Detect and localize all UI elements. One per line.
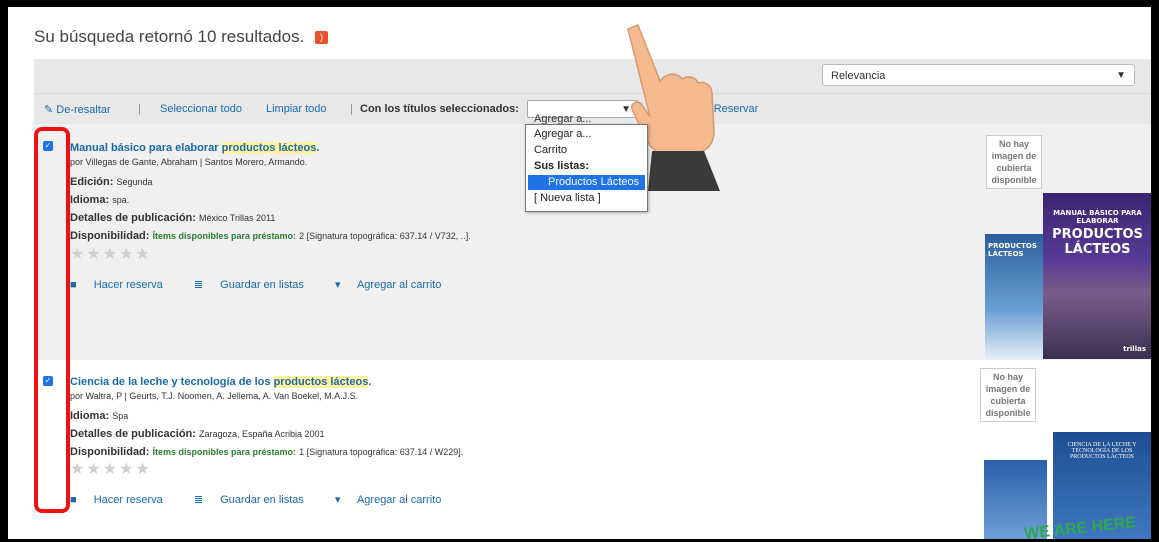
menu-group-your-lists: Sus listas: xyxy=(534,160,590,172)
divider: | xyxy=(350,103,353,115)
rating-stars[interactable]: ★★★★★ xyxy=(70,459,152,478)
result-title-link[interactable]: Ciencia de la leche y tecnología de los … xyxy=(70,376,371,388)
selection-toolbar: ✎ De-resaltar | Seleccionar todo Limpiar… xyxy=(34,93,1151,125)
add-to-cart-label: Agregar al carrito xyxy=(356,494,442,506)
save-to-lists-link[interactable]: ≣ Guardar en listas xyxy=(194,279,318,291)
add-to-dropdown-menu: Agregar a... Carrito Sus listas: Product… xyxy=(525,124,648,212)
title-highlight: productos lácteos xyxy=(273,376,369,388)
result-actions: ■ Hacer reserva ≣ Guardar en listas ▾ Ag… xyxy=(70,278,469,291)
title-text: Ciencia de la leche y tecnología de los xyxy=(70,376,274,388)
publication-field: Detalles de publicación: Zaragoza, Españ… xyxy=(70,428,325,440)
place-hold-link[interactable]: ■ Hacer reserva xyxy=(70,494,177,506)
availability-status: Ítems disponibles para préstamo: xyxy=(152,447,297,457)
language-value: spa. xyxy=(112,195,130,205)
cart-icon: ▾ xyxy=(334,279,341,291)
availability-field: Disponibilidad: Ítems disponibles para p… xyxy=(70,446,463,458)
availability-label: Disponibilidad: xyxy=(70,230,150,242)
availability-detail: 2 [Signatura topográfica: 637.14 / V732,… xyxy=(299,231,471,241)
save-to-lists-link[interactable]: ≣ Guardar en listas xyxy=(194,494,318,506)
unhighlight-label: De-resaltar xyxy=(56,104,111,116)
cover-title-large: PRODUCTOS LÁCTEOS xyxy=(1052,227,1143,257)
no-cover-image-notice: No hay imagen de cubierta disponible xyxy=(986,135,1042,189)
menu-item-add-to[interactable]: Agregar a... xyxy=(528,127,645,142)
rss-icon[interactable]: ) xyxy=(315,31,329,45)
chevron-down-icon: ▼ xyxy=(1116,70,1126,81)
publication-label: Detalles de publicación: xyxy=(70,428,196,440)
language-value: Spa xyxy=(112,411,129,421)
cover-title-small: PRODUCTOS LÁCTEOS xyxy=(988,242,1037,258)
page: Su búsqueda retornó 10 resultados. ) Rel… xyxy=(8,7,1151,539)
place-hold-link[interactable]: ■ Hacer reserva xyxy=(70,279,177,291)
cart-icon: ▾ xyxy=(334,494,341,506)
results-heading: Su búsqueda retornó 10 resultados. ) xyxy=(34,27,329,47)
annotation-highlight-box xyxy=(34,127,70,513)
select-all-link[interactable]: Seleccionar todo xyxy=(160,103,242,115)
availability-label: Disponibilidad: xyxy=(70,446,150,458)
divider: | xyxy=(138,103,141,115)
rating-stars[interactable]: ★★★★★ xyxy=(70,244,152,263)
bookmark-icon: ■ xyxy=(70,494,77,506)
edition-label: Edición: xyxy=(70,176,114,188)
add-to-cart-label: Agregar al carrito xyxy=(356,279,442,291)
title-highlight: productos lácteos xyxy=(221,142,317,154)
result-title-link[interactable]: Manual básico para elaborar productos lá… xyxy=(70,142,319,154)
language-label: Idioma: xyxy=(70,410,110,422)
place-hold-label: Hacer reserva xyxy=(93,279,163,291)
title-suffix: . xyxy=(316,142,320,154)
cover-publisher: trillas xyxy=(1123,345,1146,353)
language-field: Idioma: Spa xyxy=(70,410,128,422)
place-hold-label: Hacer reserva xyxy=(93,494,163,506)
save-to-lists-label: Guardar en listas xyxy=(220,494,304,506)
language-field: Idioma: spa. xyxy=(70,194,129,206)
availability-status: Ítems disponibles para préstamo: xyxy=(152,231,297,241)
save-to-lists-label: Guardar en listas xyxy=(220,279,304,291)
result-author: por Villegas de Gante, Abraham | Santos … xyxy=(70,157,308,167)
results-count-text: Su búsqueda retornó 10 resultados. xyxy=(34,27,305,46)
cover-image-small[interactable]: PRODUCTOS LÁCTEOS xyxy=(985,234,1048,360)
publication-value: México Trillas 2011 xyxy=(198,213,276,223)
title-suffix: . xyxy=(368,376,372,388)
publication-field: Detalles de publicación: México Trillas … xyxy=(70,212,275,224)
add-to-cart-link[interactable]: ▾ Agregar al carrito xyxy=(335,494,455,506)
edition-value: Segunda xyxy=(116,177,153,187)
menu-item-cart[interactable]: Carrito xyxy=(528,143,645,158)
language-label: Idioma: xyxy=(70,194,110,206)
publication-value: Zaragoza, España Acribia 2001 xyxy=(198,429,325,439)
availability-field: Disponibilidad: Ítems disponibles para p… xyxy=(70,230,471,242)
publication-label: Detalles de publicación: xyxy=(70,212,196,224)
clear-all-link[interactable]: Limpiar todo xyxy=(266,103,327,115)
cover-title: CIENCIA DE LA LECHE Y TECNOLOGÍA DE LOS … xyxy=(1067,442,1137,460)
edition-field: Edición: Segunda xyxy=(70,176,153,188)
sort-select[interactable]: Relevancia ▼ xyxy=(822,64,1135,86)
availability-detail: 1 [Signatura topográfica: 637.14 / W229]… xyxy=(299,447,464,457)
result-author: por Waltra, P | Geurts, T.J. Noomen, A. … xyxy=(70,391,359,401)
add-to-cart-link[interactable]: ▾ Agregar al carrito xyxy=(335,279,455,291)
result-actions: ■ Hacer reserva ≣ Guardar en listas ▾ Ag… xyxy=(70,493,469,506)
bookmark-icon: ■ xyxy=(70,279,77,291)
list-icon: ≣ xyxy=(193,279,204,291)
menu-item-new-list[interactable]: [ Nueva lista ] xyxy=(528,191,645,206)
title-text: Manual básico para elaborar xyxy=(70,142,222,154)
unhighlight-link[interactable]: ✎ De-resaltar xyxy=(44,103,111,116)
cover-image-large[interactable]: MANUAL BÁSICO PARA ELABORAR PRODUCTOS LÁ… xyxy=(1043,193,1151,359)
with-selected-label: Con los títulos seleccionados: xyxy=(360,103,519,115)
sort-select-value: Relevancia xyxy=(831,70,886,82)
no-cover-image-notice: No hay imagen de cubierta disponible xyxy=(980,368,1036,422)
menu-item-productos-lacteos[interactable]: Productos Lácteos xyxy=(528,175,645,190)
cover-subtitle: MANUAL BÁSICO PARA ELABORAR xyxy=(1053,209,1142,225)
list-icon: ≣ xyxy=(193,494,204,506)
